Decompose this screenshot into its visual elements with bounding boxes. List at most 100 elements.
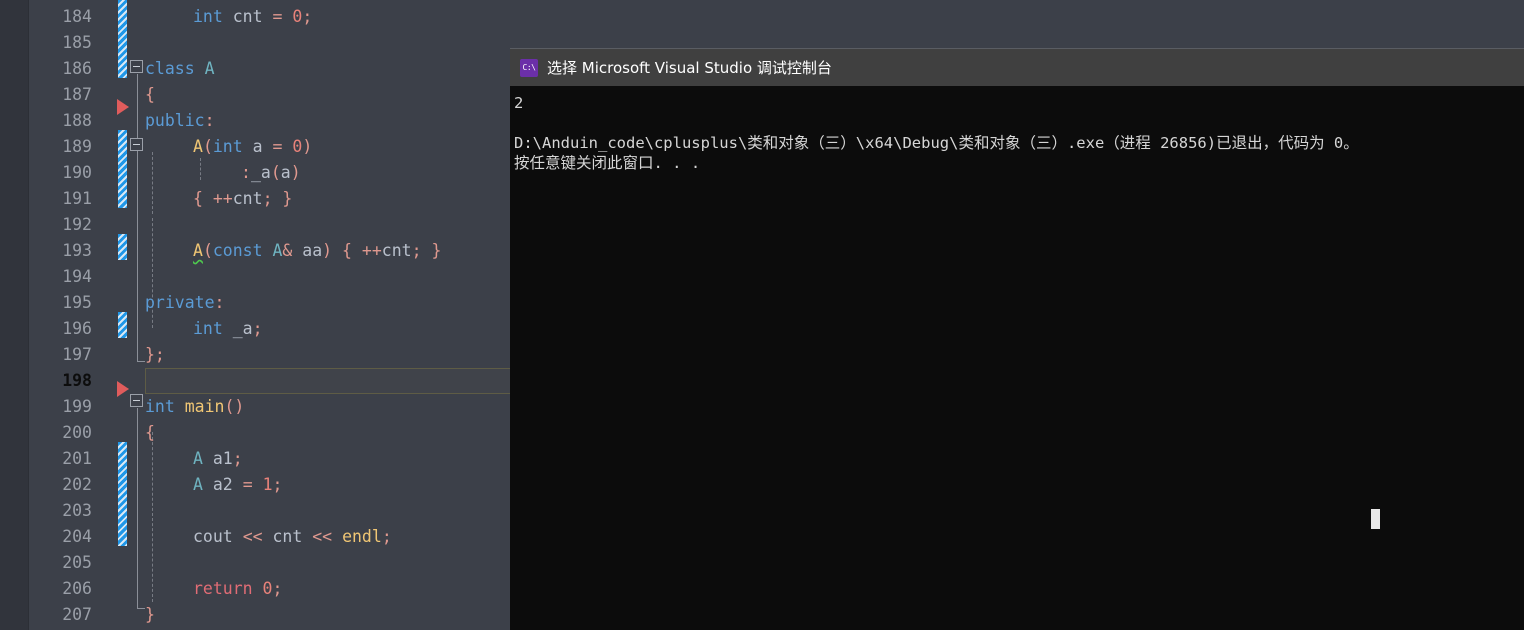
code-line[interactable]: 193 A(const A& aa) { ++cnt; } (0, 238, 510, 264)
code-line[interactable]: 203 (0, 498, 510, 524)
code-token: : (214, 293, 225, 312)
line-number: 202 (62, 475, 92, 494)
code-token: public (145, 111, 205, 130)
console-titlebar[interactable]: C:\ 选择 Microsoft Visual Studio 调试控制台 (510, 49, 1524, 86)
code-line-text[interactable]: } (145, 602, 155, 628)
line-number: 206 (62, 579, 92, 598)
code-line[interactable]: 200 { (0, 420, 510, 446)
code-token: 0 (292, 137, 303, 156)
line-number: 195 (62, 293, 92, 312)
code-token: endl (342, 527, 382, 546)
code-line-text[interactable]: }; (145, 342, 165, 368)
code-token: ; (272, 475, 283, 494)
code-token: () (224, 397, 245, 416)
line-number: 186 (62, 59, 92, 78)
line-number: 203 (62, 501, 92, 520)
code-line[interactable]: 204 cout << cnt << endl; (0, 524, 510, 550)
code-line[interactable]: 185 (0, 30, 510, 56)
code-line[interactable]: 207} (0, 602, 510, 628)
code-token: int (212, 137, 243, 156)
code-line[interactable]: 196 int _a; (0, 316, 510, 342)
code-line[interactable]: 199 int main() (0, 394, 510, 420)
code-token: return (193, 579, 253, 598)
code-line[interactable]: 194 (0, 264, 510, 290)
code-token: 1 (262, 475, 273, 494)
code-token: << (312, 527, 333, 546)
code-token: : (241, 163, 251, 182)
code-token: ; (252, 319, 263, 338)
code-token: ; } (411, 241, 442, 260)
code-line[interactable]: 188 public: (0, 108, 510, 134)
code-line-text[interactable]: class A (145, 56, 215, 82)
code-line[interactable]: 191 { ++cnt; } (0, 186, 510, 212)
console-output-line: 按任意键关闭此窗口. . . (514, 154, 701, 172)
code-token: cnt (232, 7, 263, 26)
code-line[interactable]: 206 return 0; (0, 576, 510, 602)
code-token: ; (381, 527, 392, 546)
console-output-area[interactable]: 2 D:\Anduin_code\cplusplus\类和对象（三）\x64\De… (510, 86, 1524, 630)
code-line-text[interactable]: A a1; (193, 446, 243, 472)
code-line-text[interactable]: private: (145, 290, 224, 316)
code-token: _a (250, 163, 271, 182)
code-token: private (145, 293, 215, 312)
code-token: << (242, 527, 263, 546)
code-token: ; } (262, 189, 293, 208)
line-number: 200 (62, 423, 92, 442)
code-line-text[interactable]: { (145, 82, 155, 108)
code-line-text[interactable]: return 0; (193, 576, 282, 602)
code-token: a1 (212, 449, 233, 468)
code-token: int (193, 7, 223, 26)
code-token: : (204, 111, 215, 130)
code-line[interactable]: 195 private: (0, 290, 510, 316)
code-line-text[interactable]: int main() (145, 394, 244, 420)
code-line[interactable]: 184 int cnt = 0; (0, 4, 510, 30)
code-line-text[interactable]: int cnt = 0; (193, 4, 312, 30)
code-line-text[interactable]: { ++cnt; } (193, 186, 292, 212)
code-token: A (204, 59, 215, 78)
code-token: A (193, 137, 203, 156)
console-text-cursor (1371, 509, 1380, 529)
code-line[interactable]: 205 (0, 550, 510, 576)
line-number: 187 (62, 85, 92, 104)
code-token: { (193, 189, 213, 208)
code-line[interactable]: 201 A a1; (0, 446, 510, 472)
code-token: ; (302, 7, 313, 26)
line-number: 194 (62, 267, 92, 286)
code-line-text[interactable]: int _a; (193, 316, 263, 342)
code-line[interactable]: 202 A a2 = 1; (0, 472, 510, 498)
code-line[interactable]: 187 { (0, 82, 510, 108)
code-line[interactable]: 189 A(int a = 0) (0, 134, 510, 160)
code-line-text[interactable]: :_a(a) (241, 160, 301, 186)
code-line[interactable]: 186 class A (0, 56, 510, 82)
code-token: cnt (381, 241, 412, 260)
line-number: 205 (62, 553, 92, 572)
line-number: 199 (62, 397, 92, 416)
code-line[interactable]: 192 (0, 212, 510, 238)
code-token: a2 (212, 475, 233, 494)
code-token: A (193, 449, 203, 468)
code-line[interactable]: 197}; (0, 342, 510, 368)
screen-root: 184 int cnt = 0; 185 186 class A 187 {188 publi… (0, 0, 1524, 630)
code-line-text[interactable]: public: (145, 108, 215, 134)
line-number: 207 (62, 605, 92, 624)
code-line-text[interactable]: { (145, 420, 155, 446)
code-editor-pane[interactable]: 184 int cnt = 0; 185 186 class A 187 {188 publi… (0, 0, 510, 630)
line-number: 198 (62, 371, 92, 390)
code-line-text[interactable]: cout << cnt << endl; (193, 524, 392, 550)
code-line-text[interactable]: A(const A& aa) { ++cnt; } (193, 238, 441, 264)
code-line-text[interactable]: A a2 = 1; (193, 472, 282, 498)
debug-console-window[interactable]: C:\ 选择 Microsoft Visual Studio 调试控制台 2 D:… (510, 48, 1524, 630)
line-number: 201 (62, 449, 92, 468)
code-line-text[interactable]: A(int a = 0) (193, 134, 312, 160)
code-token: a (252, 137, 263, 156)
code-line[interactable]: 198 (0, 368, 510, 394)
code-line[interactable]: 190:_a(a) (0, 160, 510, 186)
